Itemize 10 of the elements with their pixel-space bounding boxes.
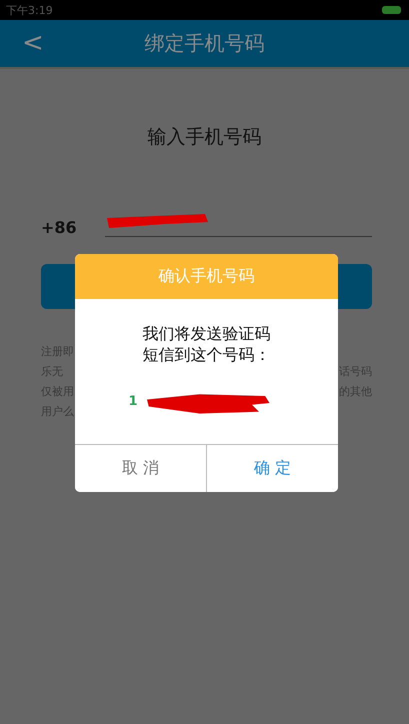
status-time: 下午3:19	[6, 2, 53, 18]
confirm-button[interactable]: 确 定	[206, 445, 338, 492]
country-code: +86	[41, 218, 77, 237]
dialog-message: 我们将发送验证码 短信到这个号码：	[142, 323, 270, 365]
phone-number: 1	[128, 394, 138, 409]
dialog-title: 确认手机号码	[75, 254, 338, 299]
battery-icon	[381, 5, 403, 15]
section-heading: 输入手机号码	[146, 125, 262, 150]
page-title: 绑定手机号码	[144, 30, 264, 57]
back-button[interactable]: <	[22, 28, 44, 58]
